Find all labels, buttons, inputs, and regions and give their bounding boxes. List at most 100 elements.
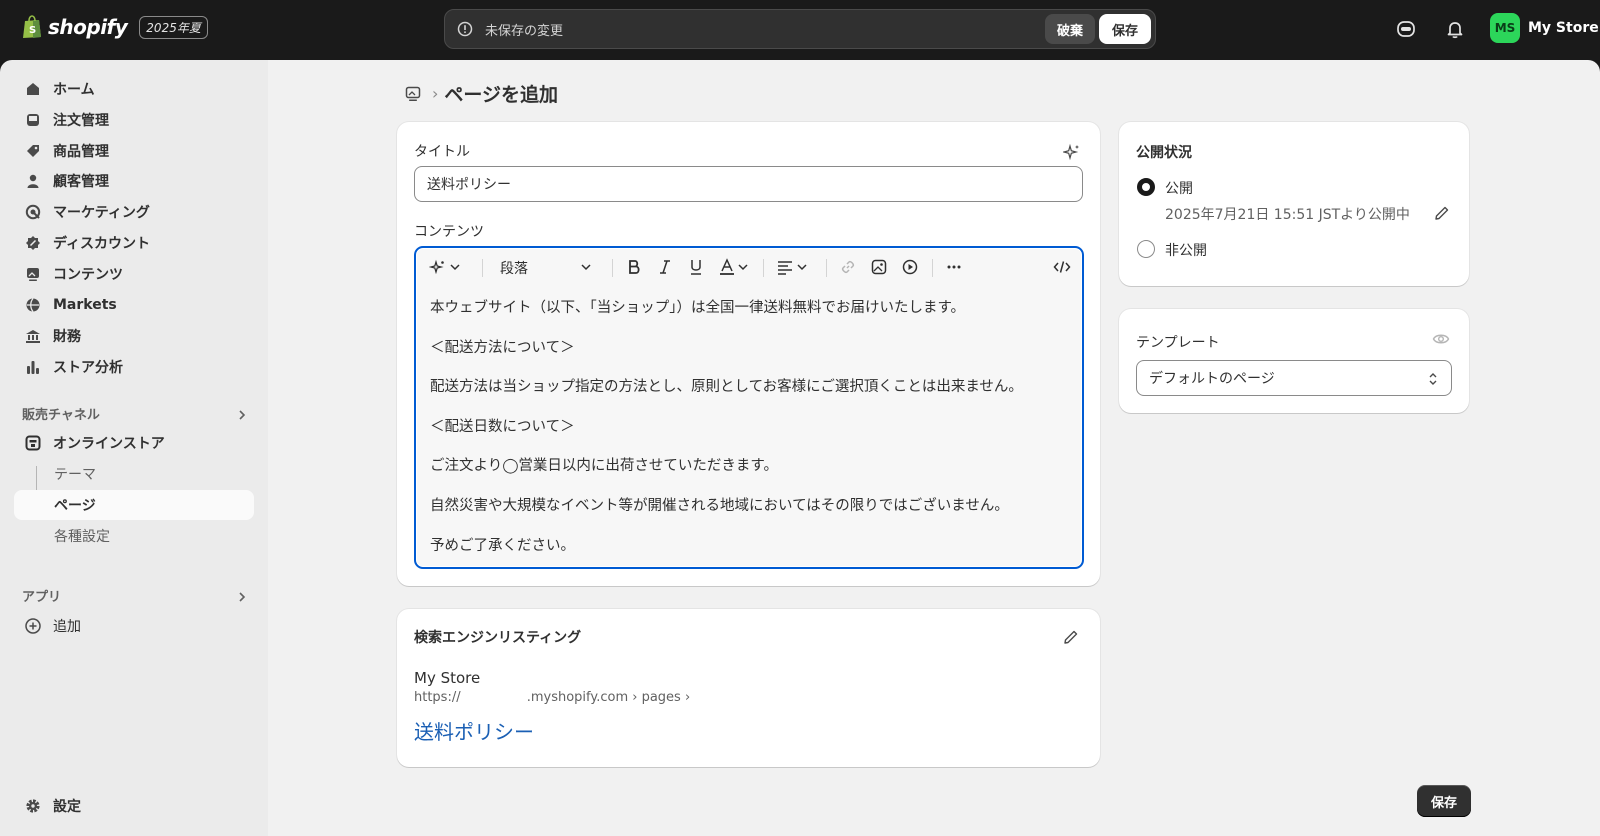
seo-page-title: 送料ポリシー bbox=[414, 720, 534, 744]
page-title: ページを追加 bbox=[444, 84, 559, 106]
text-color-icon[interactable] bbox=[718, 258, 736, 276]
sidebar-item-label: Markets bbox=[53, 297, 117, 313]
radio-public-label[interactable]: 公開 bbox=[1165, 178, 1193, 198]
seo-store-name: My Store bbox=[414, 669, 481, 687]
editor-paragraph: 予めご了承ください。 bbox=[430, 537, 575, 554]
video-icon[interactable] bbox=[901, 258, 919, 276]
editor-paragraph: ＜配送方法について＞ bbox=[430, 339, 575, 356]
apps-title: アプリ bbox=[22, 590, 62, 605]
sidebar-item-settings[interactable]: 設定 bbox=[14, 791, 254, 821]
svg-text:S: S bbox=[29, 25, 36, 36]
bank-icon bbox=[26, 330, 40, 343]
chevron-down-icon[interactable] bbox=[449, 258, 461, 276]
store-name: My Store bbox=[1528, 20, 1599, 36]
top-bar: S shopify 2025年夏 未保存の変更 破棄 保存 MS My Stor… bbox=[0, 0, 1600, 60]
sidebar-item-products[interactable]: 商品管理 bbox=[14, 136, 254, 166]
sidebar-item-customers[interactable]: 顧客管理 bbox=[14, 166, 254, 196]
sidebar-item-label: 設定 bbox=[53, 799, 81, 815]
link-icon[interactable] bbox=[839, 258, 857, 276]
radio-public[interactable] bbox=[1137, 178, 1155, 196]
title-label: タイトル bbox=[414, 144, 470, 160]
format-select[interactable]: 段落 bbox=[500, 258, 528, 278]
unsaved-message: 未保存の変更 bbox=[485, 23, 564, 39]
underline-icon[interactable] bbox=[687, 258, 705, 276]
rich-text-editor[interactable]: 段落 本ウェブサイト（以下、「当ショップ」）は全国一律送料無料でお届けいたします… bbox=[414, 246, 1084, 569]
sidebar-item-label: ディスカウント bbox=[53, 236, 151, 252]
sidebar-item-orders[interactable]: 注文管理 bbox=[14, 105, 254, 135]
sidebar-item-markets[interactable]: Markets bbox=[14, 290, 254, 320]
editor-paragraph: 配送方法は当ショップ指定の方法とし、原則としてお客様にご選択頂くことは出来ません… bbox=[430, 379, 1023, 396]
gear-icon bbox=[26, 799, 40, 813]
sidebar-item-label: オンラインストア bbox=[53, 436, 165, 452]
store-menu-button[interactable]: MS My Store bbox=[1490, 13, 1599, 43]
seo-title: 検索エンジンリスティング bbox=[414, 630, 582, 646]
sidebar-item-label: コンテンツ bbox=[53, 267, 123, 283]
sidebar-item-label: 商品管理 bbox=[53, 144, 109, 160]
alert-circle-icon bbox=[457, 21, 473, 37]
sparkle-icon[interactable] bbox=[1063, 143, 1081, 161]
select-chevrons-icon bbox=[1429, 373, 1437, 385]
save-button-bottom[interactable]: 保存 bbox=[1417, 785, 1471, 817]
person-icon bbox=[27, 174, 39, 188]
sidebar-item-finance[interactable]: 財務 bbox=[14, 321, 254, 351]
save-button-top[interactable]: 保存 bbox=[1098, 14, 1151, 44]
breadcrumb-separator: › bbox=[432, 84, 439, 103]
tag-icon bbox=[27, 145, 39, 157]
image-icon bbox=[27, 268, 39, 281]
sidebar-item-online-store[interactable]: オンラインストア bbox=[14, 428, 254, 458]
chevron-down-icon[interactable] bbox=[580, 258, 592, 276]
image-icon[interactable] bbox=[870, 258, 888, 276]
logo-text: shopify bbox=[48, 15, 128, 39]
chevron-down-icon[interactable] bbox=[796, 258, 808, 276]
more-horizontal-icon[interactable] bbox=[945, 258, 963, 276]
radio-hidden[interactable] bbox=[1137, 240, 1155, 258]
sidebar-item-label: ホーム bbox=[53, 82, 95, 98]
bar-chart-icon bbox=[27, 361, 39, 374]
sidebar-item-label: 財務 bbox=[53, 329, 81, 345]
pencil-icon[interactable] bbox=[1062, 628, 1080, 646]
sidebar-item-pages[interactable]: ページ bbox=[14, 490, 254, 520]
sidebar-item-discounts[interactable]: ディスカウント bbox=[14, 228, 254, 258]
sidebar-item-home[interactable]: ホーム bbox=[14, 74, 254, 104]
bold-icon[interactable] bbox=[625, 258, 643, 276]
breadcrumb: › ページを追加 bbox=[404, 80, 558, 107]
ai-sparkle-icon[interactable] bbox=[429, 258, 447, 276]
editor-toolbar: 段落 bbox=[416, 248, 1082, 288]
radio-hidden-label[interactable]: 非公開 bbox=[1165, 240, 1207, 260]
sidebar-item-label: ストア分析 bbox=[53, 360, 123, 376]
chevron-down-icon[interactable] bbox=[737, 258, 749, 276]
sidebar-item-analytics[interactable]: ストア分析 bbox=[14, 352, 254, 382]
editor-paragraph: ご注文より◯営業日以内に出荷させていただきます。 bbox=[430, 458, 778, 475]
editor-paragraph: 自然災害や大規模なイベント等が開催される地域においてはその限りではございません。 bbox=[430, 497, 1009, 514]
inbox-icon bbox=[27, 114, 39, 126]
code-icon[interactable] bbox=[1053, 258, 1071, 276]
title-input[interactable]: 送料ポリシー bbox=[414, 166, 1083, 202]
sidebar-item-marketing[interactable]: マーケティング bbox=[14, 197, 254, 227]
pencil-icon[interactable] bbox=[1433, 204, 1451, 222]
published-date: 2025年7月21日 15:51 JSTより公開中 bbox=[1165, 207, 1410, 223]
template-select[interactable]: デフォルトのページ bbox=[1136, 360, 1452, 396]
plus-circle-icon bbox=[25, 618, 41, 634]
home-icon bbox=[27, 83, 39, 95]
discard-button[interactable]: 破棄 bbox=[1044, 14, 1095, 44]
editor-content[interactable]: 本ウェブサイト（以下、「当ショップ」）は全国一律送料無料でお届けいたします。 ＜… bbox=[430, 298, 1070, 567]
shopify-bag-icon: S bbox=[23, 15, 41, 38]
sidekick-icon[interactable] bbox=[1395, 18, 1417, 40]
chevron-right-icon[interactable] bbox=[236, 409, 248, 421]
chevron-right-icon[interactable] bbox=[236, 591, 248, 603]
sidebar-item-content[interactable]: コンテンツ bbox=[14, 259, 254, 289]
template-select-value: デフォルトのページ bbox=[1149, 371, 1275, 387]
align-left-icon[interactable] bbox=[776, 258, 794, 276]
eye-icon[interactable] bbox=[1432, 330, 1450, 348]
visibility-title: 公開状況 bbox=[1136, 145, 1192, 161]
italic-icon[interactable] bbox=[656, 258, 674, 276]
avatar: MS bbox=[1490, 13, 1520, 43]
sidebar-item-label: マーケティング bbox=[53, 205, 150, 221]
bell-icon[interactable] bbox=[1444, 18, 1466, 40]
shopify-logo[interactable]: S shopify 2025年夏 bbox=[22, 15, 208, 39]
sidebar-item-preferences[interactable]: 各種設定 bbox=[14, 521, 254, 551]
sidebar-item-themes[interactable]: テーマ bbox=[14, 459, 254, 489]
target-icon bbox=[25, 204, 41, 220]
sidebar-item-add-app[interactable]: 追加 bbox=[14, 611, 254, 641]
content-icon[interactable] bbox=[404, 85, 422, 103]
